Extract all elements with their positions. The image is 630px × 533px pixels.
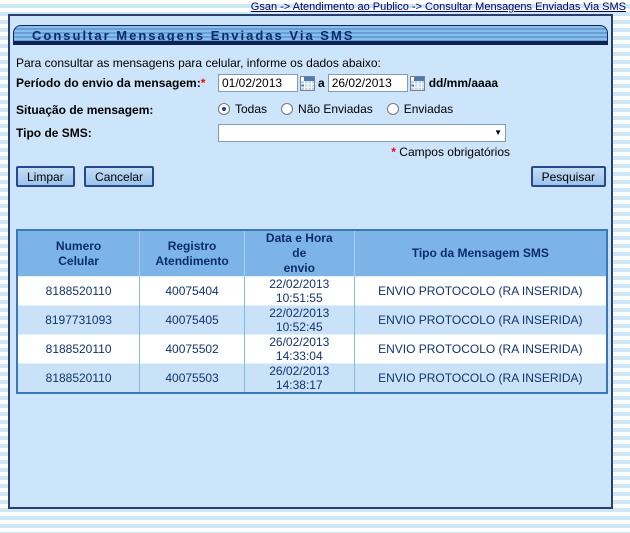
cell-registro: 40075405 xyxy=(140,306,245,335)
col-header-registro-atendimento: Registro Atendimento xyxy=(140,230,245,277)
required-asterisk: * xyxy=(391,145,396,159)
cell-tipo-mensagem: ENVIO PROTOCOLO (RA INSERIDA) xyxy=(354,364,607,394)
main-panel: Consultar Mensagens Enviadas Via SMS Par… xyxy=(8,14,613,509)
required-asterisk: * xyxy=(201,76,206,90)
cell-tipo-mensagem: ENVIO PROTOCOLO (RA INSERIDA) xyxy=(354,335,607,364)
period-fields: a dd/mm/aaaa xyxy=(218,74,498,92)
cell-data-hora: 22/02/2013 10:52:45 xyxy=(244,306,354,335)
table-header-row: Numero Celular Registro Atendimento Data… xyxy=(17,230,607,277)
chevron-down-icon: ▼ xyxy=(494,129,502,137)
radio-icon[interactable] xyxy=(387,103,399,115)
cell-registro: 40075502 xyxy=(140,335,245,364)
cell-registro: 40075503 xyxy=(140,364,245,394)
cell-numero-celular: 8188520110 xyxy=(17,364,140,394)
period-separator: a xyxy=(318,76,325,90)
page-title-bar: Consultar Mensagens Enviadas Via SMS xyxy=(13,25,608,45)
col-header-numero-celular: Numero Celular xyxy=(17,230,140,277)
cell-numero-celular: 8188520110 xyxy=(17,277,140,306)
situation-options: Todas Não Enviadas Enviadas xyxy=(218,102,453,116)
cell-data-hora: 26/02/2013 14:38:17 xyxy=(244,364,354,394)
cell-data-hora: 26/02/2013 14:33:04 xyxy=(244,335,354,364)
pesquisar-button[interactable]: Pesquisar xyxy=(531,166,606,187)
cell-tipo-mensagem: ENVIO PROTOCOLO (RA INSERIDA) xyxy=(354,306,607,335)
table-row: 8188520110 40075502 26/02/2013 14:33:04 … xyxy=(17,335,607,364)
required-note: * Campos obrigatórios xyxy=(218,145,510,159)
cell-numero-celular: 8197731093 xyxy=(17,306,140,335)
table-row: 8197731093 40075405 22/02/2013 10:52:45 … xyxy=(17,306,607,335)
cell-numero-celular: 8188520110 xyxy=(17,335,140,364)
button-row: Limpar Cancelar Pesquisar xyxy=(16,166,606,188)
radio-icon[interactable] xyxy=(218,103,230,115)
cell-registro: 40075404 xyxy=(140,277,245,306)
cancelar-button[interactable]: Cancelar xyxy=(84,166,154,187)
radio-option-todas[interactable]: Todas xyxy=(218,102,267,116)
col-header-data-hora-envio: Data e Hora de envio xyxy=(244,230,354,277)
radio-icon[interactable] xyxy=(281,103,293,115)
situation-label: Situação de mensagem: xyxy=(16,103,153,117)
page-title: Consultar Mensagens Enviadas Via SMS xyxy=(32,28,354,43)
form-instructions: Para consultar as mensagens para celular… xyxy=(16,56,381,70)
cell-tipo-mensagem: ENVIO PROTOCOLO (RA INSERIDA) xyxy=(354,277,607,306)
cell-data-hora: 22/02/2013 10:51:55 xyxy=(244,277,354,306)
table-row: 8188520110 40075503 26/02/2013 14:38:17 … xyxy=(17,364,607,394)
period-label: Período do envio da mensagem:* xyxy=(16,76,205,90)
results-table: Numero Celular Registro Atendimento Data… xyxy=(16,229,608,394)
calendar-icon[interactable] xyxy=(300,76,315,91)
limpar-button[interactable]: Limpar xyxy=(16,166,75,187)
date-format-hint: dd/mm/aaaa xyxy=(429,76,498,90)
sms-type-label: Tipo de SMS: xyxy=(16,126,92,140)
radio-option-enviadas[interactable]: Enviadas xyxy=(387,102,453,116)
calendar-icon[interactable] xyxy=(410,76,425,91)
period-end-input[interactable] xyxy=(328,74,408,92)
breadcrumb[interactable]: Gsan -> Atendimento ao Publico -> Consul… xyxy=(251,1,626,13)
sms-type-select[interactable]: ▼ xyxy=(218,124,506,142)
table-row: 8188520110 40075404 22/02/2013 10:51:55 … xyxy=(17,277,607,306)
radio-option-nao-enviadas[interactable]: Não Enviadas xyxy=(281,102,373,116)
col-header-tipo-mensagem: Tipo da Mensagem SMS xyxy=(354,230,607,277)
period-start-input[interactable] xyxy=(218,74,298,92)
